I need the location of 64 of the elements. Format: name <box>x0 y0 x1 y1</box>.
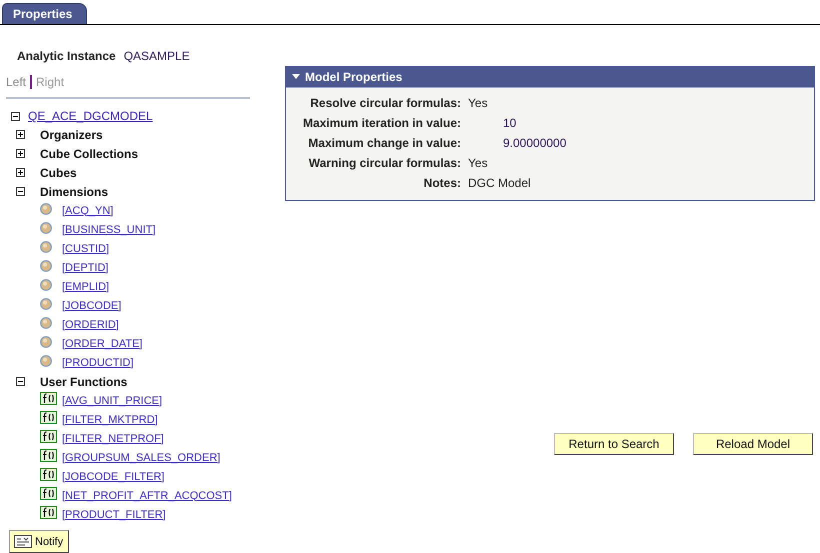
field-label: Warning circular formulas: <box>308 156 461 170</box>
function-icon <box>40 430 57 443</box>
function-icon <box>40 487 57 500</box>
collapse-icon[interactable] <box>16 377 25 386</box>
sphere-icon <box>40 336 52 348</box>
sphere-icon <box>40 298 52 310</box>
tree-link[interactable]: [JOBCODE_FILTER] <box>62 470 164 482</box>
field-label: Resolve circular formulas: <box>309 96 461 110</box>
tree-link[interactable]: [GROUPSUM_SALES_ORDER] <box>62 452 220 464</box>
tree-link[interactable]: [PRODUCT_FILTER] <box>62 508 166 520</box>
action-button[interactable]: Reload Model <box>693 433 813 455</box>
tree-folder[interactable]: Dimensions <box>40 184 108 198</box>
field-label: Maximum change in value: <box>307 136 461 150</box>
tree-link[interactable]: [BUSINESS_UNIT] <box>62 224 156 236</box>
notify-button[interactable]: Notify <box>9 530 70 553</box>
tree-link[interactable]: [EMPLID] <box>62 280 110 292</box>
tree-link[interactable]: [ORDER_DATE] <box>62 338 142 350</box>
tree-link[interactable]: [ACQ_YN] <box>62 204 114 216</box>
action-button[interactable]: Return to Search <box>554 433 674 455</box>
tree-folder[interactable]: Cubes <box>40 166 77 180</box>
tree-link[interactable]: [CUSTID] <box>62 242 110 254</box>
field-value: Yes <box>467 96 489 110</box>
tree-link[interactable]: [AVG_UNIT_PRICE] <box>62 394 162 406</box>
field-label: Maximum iteration in value: <box>302 116 461 130</box>
expand-icon[interactable] <box>16 168 25 177</box>
instance-value: QASAMPLE <box>124 49 190 63</box>
collapse-icon[interactable] <box>16 187 25 196</box>
tree-link[interactable]: [NET_PROFIT_AFTR_ACQCOST] <box>62 490 232 502</box>
sphere-icon <box>40 316 52 328</box>
tree-link[interactable]: [ORDERID] <box>62 318 119 330</box>
collapse-icon[interactable] <box>11 112 20 120</box>
properties-tab[interactable]: Properties <box>2 3 88 24</box>
expand-icon[interactable] <box>16 149 25 158</box>
tree-folder[interactable]: Organizers <box>40 128 103 142</box>
field-value: Yes <box>467 156 489 170</box>
tree-link[interactable]: [DEPTID] <box>62 262 108 274</box>
sphere-icon <box>40 278 52 290</box>
instance-label: Analytic Instance <box>17 49 116 63</box>
notify-icon <box>14 535 32 548</box>
model-link[interactable]: QE_ACE_DGCMODEL <box>28 109 153 123</box>
tree-folder[interactable]: User Functions <box>40 374 128 388</box>
function-icon <box>40 506 57 519</box>
tree-link[interactable]: [PRODUCTID] <box>62 356 134 368</box>
sphere-icon <box>40 222 52 234</box>
sphere-icon <box>40 202 52 214</box>
function-icon <box>40 449 57 462</box>
tree-link[interactable]: [FILTER_MKTPRD] <box>62 414 158 426</box>
field-value: 9.00000000 <box>502 136 568 150</box>
function-icon <box>40 468 57 481</box>
function-icon <box>40 411 57 424</box>
tree-link[interactable]: [FILTER_NETPROF] <box>62 432 164 444</box>
function-icon <box>40 392 57 405</box>
field-value: 10 <box>502 116 518 130</box>
sphere-icon <box>40 354 52 366</box>
view-link[interactable]: Left <box>6 75 26 89</box>
field-value: DGC Model <box>467 176 532 190</box>
sphere-icon <box>40 240 52 252</box>
tree-folder[interactable]: Cube Collections <box>40 146 138 160</box>
panel-title: Model Properties <box>305 70 402 84</box>
expand-icon[interactable] <box>16 130 25 139</box>
tree-link[interactable]: [JOBCODE] <box>62 300 122 312</box>
sphere-icon <box>40 260 52 272</box>
field-label: Notes: <box>422 176 461 190</box>
caret-icon[interactable] <box>292 74 300 80</box>
